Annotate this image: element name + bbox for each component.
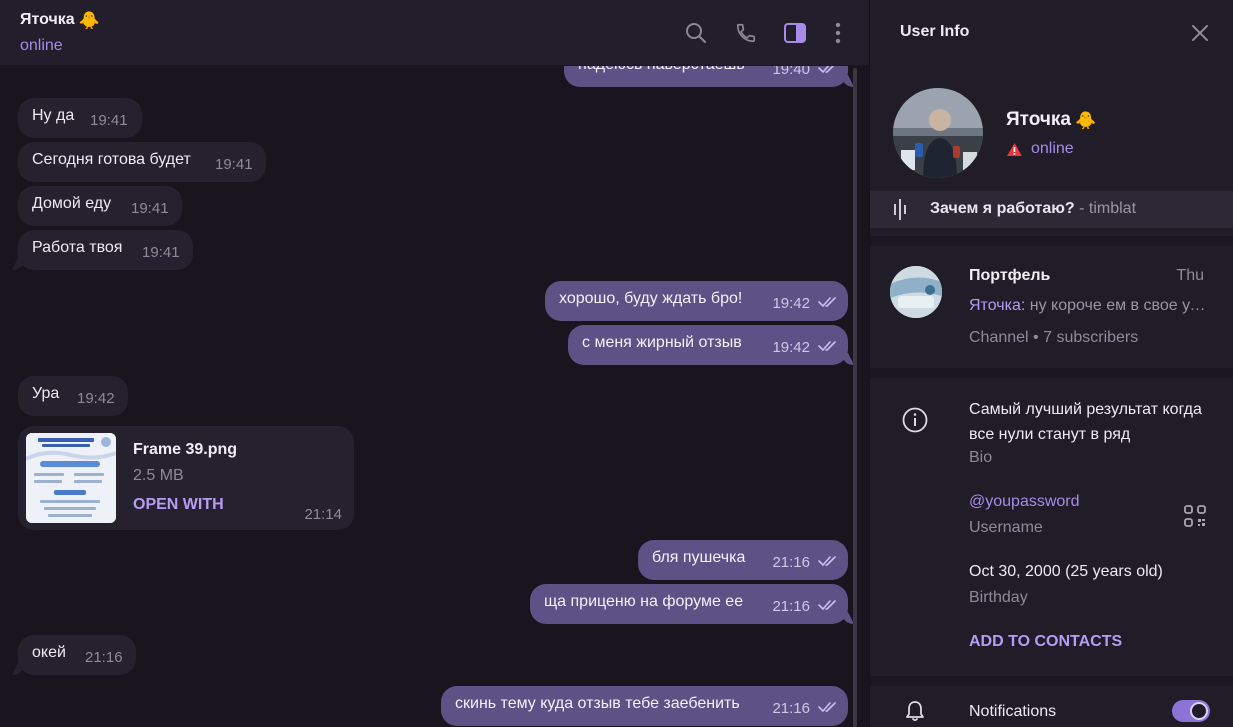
channel-date: Thu <box>1176 267 1204 284</box>
username-value[interactable]: @youpassword <box>969 493 1080 511</box>
message-outgoing[interactable]: бля пушечка 21:16 <box>638 540 848 580</box>
message-time: 21:14 <box>304 506 342 523</box>
message-time: 21:16 <box>772 554 810 571</box>
channel-preview-text: ну короче ем в свое удовольствие <box>1029 297 1209 314</box>
birthday-value: Oct 30, 2000 (25 years old) <box>969 563 1163 580</box>
channel-last-message: Яточка: ну короче ем в свое удовольствие <box>969 297 1209 315</box>
file-thumbnail[interactable] <box>26 433 116 523</box>
panel-title: User Info <box>900 23 970 40</box>
notifications-label: Notifications <box>969 703 1057 720</box>
bell-icon <box>906 701 924 722</box>
message-text: Ура <box>32 385 60 402</box>
bio-text[interactable]: Самый лучший результат когда все нули ст… <box>969 397 1219 447</box>
read-checks-icon <box>818 600 836 610</box>
channel-meta: Channel • 7 subscribers <box>969 329 1139 346</box>
divider <box>870 236 1233 246</box>
message-text: хорошо, буду ждать бро! <box>559 290 743 307</box>
message-text: скинь тему куда отзыв тебе заебенить <box>455 695 740 712</box>
message-time: 21:16 <box>772 598 810 615</box>
message-incoming[interactable]: Сегодня готова будет 19:41 <box>18 142 266 182</box>
notifications-toggle[interactable] <box>1172 700 1210 722</box>
info-icon <box>902 407 928 433</box>
chat-status: online <box>20 37 63 54</box>
chat-header: Яточка 🐥 online <box>0 0 869 66</box>
file-size: 2.5 MB <box>133 467 184 484</box>
search-icon[interactable] <box>684 21 708 45</box>
message-text: Работа твоя <box>32 239 123 256</box>
message-time: 21:16 <box>85 649 123 666</box>
message-incoming[interactable]: Работа твоя 19:41 <box>18 230 193 270</box>
message-outgoing[interactable]: скинь тему куда отзыв тебе заебенить 21:… <box>441 686 848 726</box>
message-list[interactable]: надеюсь наверстаешь 19:40 Ну да 19:41 Се… <box>0 0 860 727</box>
read-checks-icon <box>818 297 836 307</box>
message-outgoing[interactable]: с меня жирный отзыв 19:42 <box>568 325 848 365</box>
user-info-panel: User Info Яточка 🐥 online Зачем я работа… <box>869 0 1233 727</box>
message-text: Домой еду <box>32 195 112 212</box>
audio-bars-icon <box>894 199 906 220</box>
music-track: Зачем я работаю? - timblat <box>930 200 1136 218</box>
message-time: 19:41 <box>215 156 253 173</box>
message-time: 19:41 <box>131 200 169 217</box>
channel-name: Портфель <box>969 267 1051 284</box>
close-icon[interactable] <box>1190 23 1210 43</box>
chat-pane: надеюсь наверстаешь 19:40 Ну да 19:41 Се… <box>0 0 869 727</box>
message-outgoing[interactable]: ща приценю на форуме ее 21:16 <box>530 584 848 624</box>
sidebar-toggle-icon[interactable] <box>783 21 807 45</box>
message-text: Сегодня готова будет <box>32 151 191 168</box>
read-checks-icon <box>818 341 836 351</box>
message-text: ща приценю на форуме ее <box>544 593 744 610</box>
message-time: 21:16 <box>772 700 810 717</box>
profile-name: Яточка 🐥 <box>1006 109 1096 131</box>
add-to-contacts-button[interactable]: ADD TO CONTACTS <box>969 633 1122 651</box>
user-info-header: User Info <box>870 0 1233 66</box>
channel-preview-author: Яточка: <box>969 297 1026 314</box>
profile-name-text: Яточка <box>1006 109 1071 130</box>
message-incoming[interactable]: Ура 19:42 <box>18 376 128 416</box>
message-outgoing[interactable]: хорошо, буду ждать бро! 19:42 <box>545 281 848 321</box>
message-incoming[interactable]: Домой еду 19:41 <box>18 186 182 226</box>
duck-emoji-icon: 🐥 <box>1074 110 1097 130</box>
message-time: 19:42 <box>77 390 115 407</box>
qr-code-icon[interactable] <box>1184 505 1206 527</box>
file-name: Frame 39.png <box>133 441 238 458</box>
message-time: 19:42 <box>772 295 810 312</box>
open-with-button[interactable]: OPEN WITH <box>133 496 224 514</box>
channel-avatar <box>890 266 942 318</box>
profile-status-text: online <box>1031 140 1074 157</box>
read-checks-icon <box>818 556 836 566</box>
personal-channel[interactable]: Портфель Thu Яточка: ну короче ем в свое… <box>870 246 1233 368</box>
avatar[interactable] <box>893 88 983 178</box>
message-time: 19:41 <box>90 112 128 129</box>
message-text: с меня жирный отзыв <box>582 334 742 351</box>
message-incoming[interactable]: окей 21:16 <box>18 635 136 675</box>
divider <box>870 676 1233 686</box>
divider <box>870 368 1233 378</box>
birthday-label: Birthday <box>969 589 1028 606</box>
music-title: Зачем я работаю? <box>930 200 1075 217</box>
message-incoming[interactable]: Ну да 19:41 <box>18 98 142 138</box>
message-text: окей <box>32 644 66 661</box>
chat-title-text: Яточка <box>20 11 75 28</box>
message-text: Ну да <box>32 107 75 124</box>
toggle-knob <box>1190 702 1208 720</box>
profile-status: online <box>1006 140 1074 158</box>
music-artist: - timblat <box>1074 200 1137 217</box>
bio-label: Bio <box>969 449 993 466</box>
warning-icon <box>1007 142 1022 156</box>
duck-emoji-icon: 🐥 <box>78 10 100 30</box>
read-checks-icon <box>818 702 836 712</box>
message-time: 19:42 <box>772 339 810 356</box>
message-time: 19:41 <box>142 244 180 261</box>
username-label: Username <box>969 519 1043 536</box>
file-message[interactable]: Frame 39.png 2.5 MB OPEN WITH 21:14 <box>18 426 354 530</box>
more-vert-icon[interactable] <box>826 21 850 45</box>
chat-scrollbar[interactable] <box>853 68 857 727</box>
phone-icon[interactable] <box>734 21 758 45</box>
image-preview-icon <box>26 433 116 523</box>
chat-title[interactable]: Яточка 🐥 <box>20 11 100 29</box>
message-text: бля пушечка <box>652 549 746 566</box>
profile-music[interactable]: Зачем я работаю? - timblat <box>870 191 1233 228</box>
